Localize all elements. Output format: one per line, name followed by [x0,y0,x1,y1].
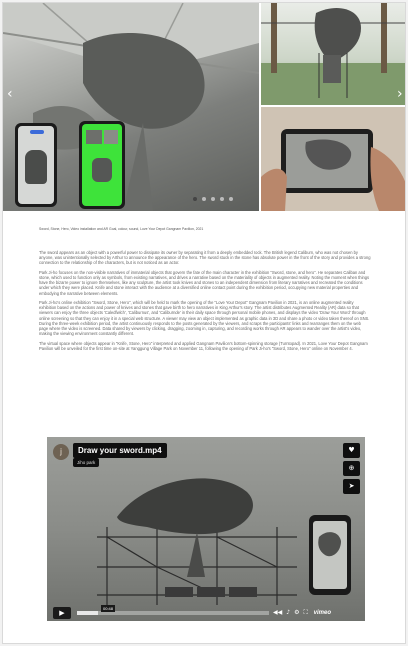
slide-dot[interactable] [211,197,215,201]
vimeo-logo[interactable]: vimeo [314,607,331,619]
paragraph: The sword appears as an object with a po… [39,250,371,266]
like-button[interactable]: ♥ [343,443,360,458]
channel-avatar[interactable]: j [53,444,69,460]
video-title[interactable]: Draw your sword.mp4 [73,443,167,458]
video-player[interactable]: j Draw your sword.mp4 Jiho park ♥ ⊕ ➤ ▶ … [47,437,365,621]
share-icon: ➤ [348,482,355,490]
next-arrow[interactable]: › [397,87,403,101]
phone-mockup-1 [15,123,57,207]
fullscreen-icon[interactable]: ⛶ [303,607,307,619]
slideshow-dots[interactable] [193,197,233,201]
slide-tablet-ar [261,107,405,211]
captions-icon[interactable]: ♪ [286,607,290,619]
image-caption: Sword, Stone, Hero, Video installation a… [39,227,204,231]
paragraph: Park Ji-ho's online exhibition "Sword, S… [39,300,370,337]
audio-icon[interactable]: ◀◀ [273,607,282,619]
time-display: 00:48 [101,605,116,612]
video-byline[interactable]: Jiho park [73,458,100,467]
article-body: The sword appears as an object with a po… [39,250,371,355]
slide-dot[interactable] [220,197,224,201]
play-icon: ▶ [59,609,65,617]
heart-icon: ♥ [348,446,355,454]
slide-park-sculpture [261,3,405,105]
progress-bar[interactable]: 00:48 [77,605,269,615]
tablet-photo [261,107,405,211]
slide-sculpture-ar-phones [3,3,259,211]
slide-dot[interactable] [229,197,233,201]
prev-arrow[interactable]: ‹ [7,87,13,101]
clock-icon: ⊕ [348,464,355,472]
phone-mockup-2 [79,121,125,209]
progress-fill [77,611,99,615]
image-slideshow[interactable]: ‹ › [3,3,405,211]
paragraph: The virtual space where objects appear i… [39,340,368,351]
slide-dot[interactable] [202,197,206,201]
play-button[interactable]: ▶ [53,607,71,619]
player-controls: ▶ 00:48 ◀◀ ♪ ⚙ ⛶ vimeo [47,605,365,621]
paragraph: Park Ji-ho focuses on the non-visible na… [39,269,370,296]
slide-dot[interactable] [193,197,197,201]
control-icons: ◀◀ ♪ ⚙ ⛶ vimeo [273,607,331,619]
settings-icon[interactable]: ⚙ [294,607,299,619]
park-photo [261,3,405,105]
page-frame: ‹ › Sword, Stone, Hero, Video installati… [2,2,406,644]
watch-later-button[interactable]: ⊕ [343,461,360,476]
share-button[interactable]: ➤ [343,479,360,494]
